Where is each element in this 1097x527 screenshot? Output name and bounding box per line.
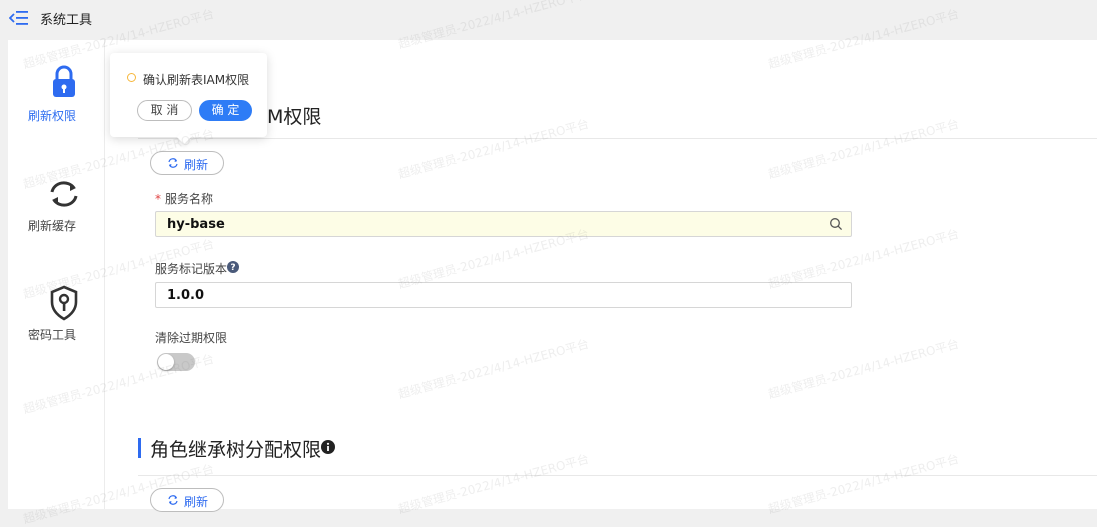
info-circle-icon[interactable] [321, 440, 335, 454]
section-divider [138, 138, 1097, 139]
section-accent-bar [138, 438, 141, 458]
service-name-label: * 服务名称 [155, 192, 214, 206]
version-field[interactable]: 1.0.0 [155, 282, 852, 308]
sidebar-item-label: 刷新缓存 [27, 219, 76, 233]
warning-circle-icon [127, 73, 136, 82]
confirm-popover: 确认刷新表IAM权限 取 消 确 定 [110, 53, 267, 145]
service-name-field[interactable]: hy-base [155, 211, 852, 237]
sidebar-item-password-tool[interactable]: 密码工具 [8, 285, 104, 365]
sidebar: 刷新权限 刷新缓存 密码工具 [8, 40, 105, 509]
refresh-label: 刷新 [184, 495, 209, 509]
question-circle-icon[interactable]: ? [227, 261, 239, 273]
sidebar-item-refresh-cache[interactable]: 刷新缓存 [8, 176, 104, 256]
sidebar-item-label: 刷新权限 [27, 109, 76, 123]
confirm-button[interactable]: 确 定 [199, 100, 252, 121]
top-bar: 系统工具 [0, 0, 1097, 40]
svg-text:?: ? [230, 263, 235, 273]
refresh-iam-button[interactable]: 刷新 [150, 151, 224, 175]
menu-fold-icon[interactable] [9, 9, 29, 27]
search-icon[interactable] [829, 217, 843, 231]
sidebar-item-refresh-permission[interactable]: 刷新权限 [8, 64, 104, 144]
section-divider [138, 475, 1097, 476]
refresh-label: 刷新 [184, 158, 209, 172]
version-label: 服务标记版本 [155, 262, 228, 276]
cancel-button[interactable]: 取 消 [137, 100, 192, 121]
key-shield-icon [50, 285, 78, 321]
service-name-value: hy-base [167, 217, 225, 232]
refresh-icon [168, 158, 178, 168]
version-value: 1.0.0 [167, 288, 205, 303]
section-title-role-tree: 角色继承树分配权限 [150, 439, 322, 461]
refresh-role-tree-button[interactable]: 刷新 [150, 488, 224, 512]
section-title-iam: M权限 [267, 106, 322, 128]
sidebar-item-label: 密码工具 [27, 328, 76, 342]
lock-icon [53, 65, 75, 97]
required-mark: * [155, 192, 161, 206]
sync-icon [50, 181, 78, 207]
page-title: 系统工具 [40, 13, 93, 28]
switch-knob [158, 354, 174, 370]
clear-expired-label: 清除过期权限 [155, 331, 228, 345]
refresh-icon [168, 495, 178, 505]
confirm-message: 确认刷新表IAM权限 [143, 73, 250, 87]
clear-expired-switch[interactable] [157, 353, 195, 371]
